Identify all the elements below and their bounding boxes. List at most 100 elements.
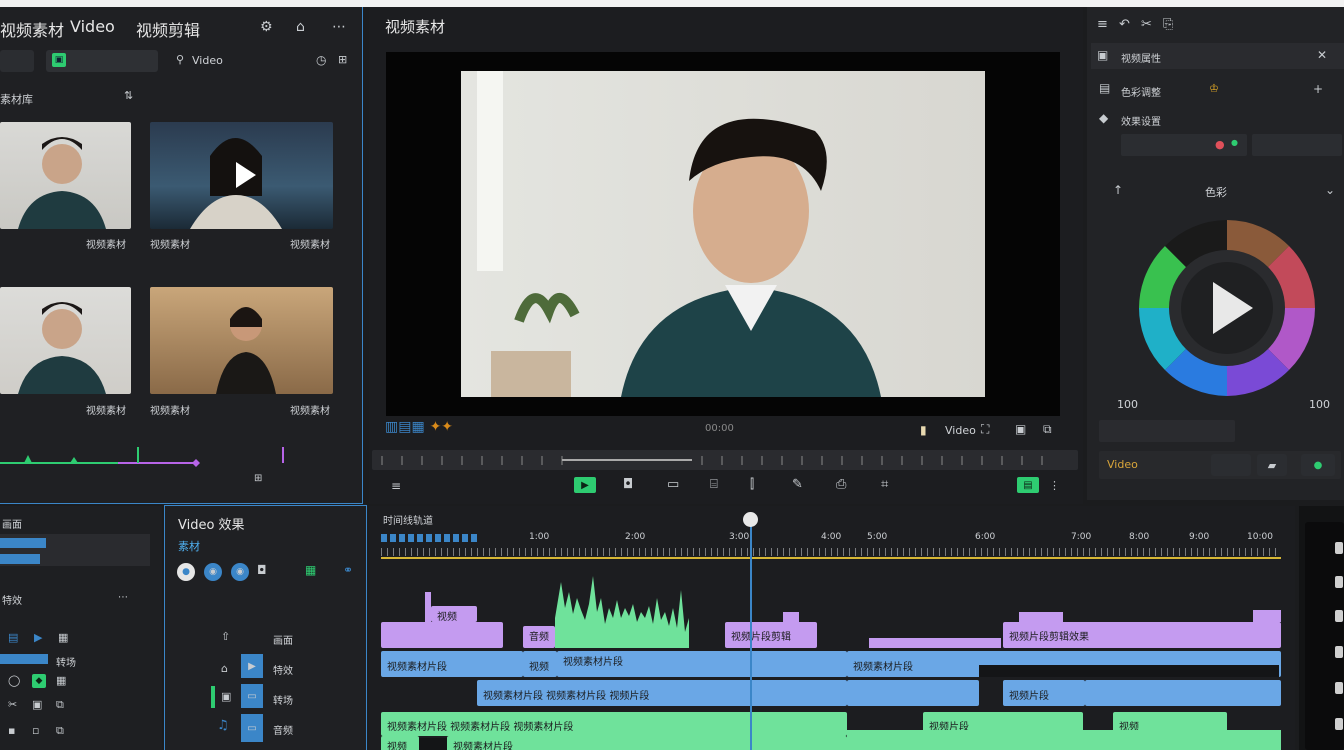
comment-icon[interactable]: ⎙ [836, 477, 846, 492]
fullscreen-icon[interactable]: ⛶ [981, 422, 989, 437]
preset-button-1[interactable] [1211, 454, 1251, 476]
home-icon[interactable]: ⌂ [296, 19, 305, 35]
lock-icon[interactable]: ▪ [8, 724, 15, 737]
clip-green-6[interactable] [847, 730, 1281, 750]
preview-viewport[interactable] [386, 52, 1060, 416]
clip-purple-2[interactable]: 音频 [523, 626, 555, 648]
toggle-icon[interactable]: ● [1301, 454, 1335, 476]
clip-blue-5[interactable]: 视频素材片段 视频素材片段 视频片段 [477, 680, 847, 706]
play-button[interactable]: ▶ [241, 654, 263, 678]
clip-blue-6[interactable] [847, 680, 979, 706]
cut-icon[interactable]: ▭ [667, 477, 679, 492]
track-row-blue-1[interactable] [0, 538, 46, 548]
clip-green-1[interactable]: 视频素材片段 视频素材片段 视频素材片段 [381, 712, 847, 736]
preset-label[interactable]: Video [1107, 458, 1138, 471]
shield-icon[interactable]: ◆ [32, 674, 46, 688]
clip-purple-1[interactable]: 视频 [431, 606, 477, 622]
export-icon[interactable]: ⎘ [1163, 17, 1173, 32]
clip-purple-main[interactable] [381, 622, 503, 648]
value-slider[interactable] [1099, 420, 1235, 442]
clip-blue-8[interactable] [1085, 680, 1281, 706]
square-icon[interactable]: ▣ [32, 698, 42, 711]
clip-purple-small[interactable] [869, 638, 1001, 648]
inspector-row-3-label[interactable]: 效果设置 [1121, 113, 1161, 128]
bookmark-icon[interactable]: ▮ [920, 423, 927, 437]
chat-icon[interactable]: ◯ [8, 674, 20, 687]
clip-marker-3[interactable] [1019, 612, 1063, 622]
frame-icon[interactable]: ⌗ [881, 477, 888, 492]
copy-icon[interactable]: ⧉ [56, 724, 64, 738]
camera-icon[interactable]: ◘ [623, 477, 633, 492]
clip-marker-2[interactable] [783, 612, 799, 622]
blue-circle-icon[interactable]: ◉ [231, 563, 249, 581]
pen-icon[interactable]: ✎ [792, 477, 803, 492]
menu-video[interactable]: Video [70, 17, 115, 36]
image-icon[interactable]: ▦ [56, 674, 66, 687]
cast-icon[interactable]: ⧉ [1043, 422, 1052, 437]
inspector-row-2-label[interactable]: 色彩调整 [1121, 84, 1161, 99]
chat-icon[interactable]: ▰ [1257, 454, 1287, 476]
media-thumb-4[interactable] [150, 287, 333, 394]
effect-item-1[interactable]: 画面 [273, 632, 293, 647]
scrubber-bar[interactable] [372, 450, 1078, 470]
crop-icon[interactable]: ⌸ [710, 477, 718, 492]
arrow-up-icon[interactable]: ↑ [1113, 183, 1123, 197]
blue-circle-icon[interactable]: ◉ [204, 563, 222, 581]
media-thumb-2[interactable] [150, 122, 333, 229]
clip-blue-7[interactable]: 视频片段 [1003, 680, 1085, 706]
grid-icon[interactable]: ⊞ [254, 473, 262, 484]
clip-marker-4[interactable] [1253, 610, 1281, 622]
filter-icon[interactable]: ⚲ [176, 53, 184, 66]
expand-icon[interactable]: ⌄ [1325, 183, 1335, 197]
clip-green-2[interactable]: 视频 [381, 736, 419, 750]
effect-item-2[interactable]: 特效 [273, 662, 293, 677]
clock-icon[interactable]: ◷ [316, 53, 326, 67]
clip-purple-3[interactable]: 视频片段剪辑 [725, 622, 817, 648]
screen-icon[interactable]: ▭ [241, 684, 263, 708]
lock-icon[interactable]: ⌂ [221, 662, 228, 675]
sort-icon[interactable]: ⇅ [124, 89, 133, 102]
effect-item-3[interactable]: 转场 [273, 692, 293, 707]
scroll-thumb[interactable] [1305, 522, 1344, 750]
playhead-handle[interactable] [743, 512, 758, 527]
preset-dropdown-2[interactable] [1252, 134, 1342, 156]
inspector-row-1[interactable]: ▣ 视频属性 ✕ [1091, 43, 1344, 69]
more-icon[interactable]: ⋯ [118, 592, 128, 603]
undo-icon[interactable]: ↶ [1119, 17, 1130, 32]
play-button[interactable]: ▶ [574, 477, 596, 493]
close-icon[interactable]: ✕ [1317, 48, 1327, 62]
copy-icon[interactable]: ⧉ [56, 698, 64, 712]
menu-icon[interactable]: ≡ [1097, 17, 1108, 32]
search-input[interactable]: ▣ [46, 50, 158, 72]
effect-item-4[interactable]: 音频 [273, 722, 293, 737]
audio-button[interactable]: ▭ [241, 714, 263, 742]
clip-blue-2[interactable]: 视频 [523, 651, 557, 677]
output-icon[interactable]: ▣ [1015, 422, 1026, 436]
grid-icon[interactable]: ▦ [305, 563, 316, 577]
more-icon[interactable]: ⋮ [1049, 479, 1060, 492]
square-icon[interactable]: ▫ [32, 724, 39, 737]
play-icon[interactable]: ▶ [34, 631, 42, 644]
clip-purple-4[interactable]: 视频片段剪辑效果 [1003, 622, 1281, 648]
menu-icon[interactable]: ≡ [391, 479, 401, 493]
color-wheel[interactable] [1137, 218, 1317, 398]
menu-edit[interactable]: 视频剪辑 [136, 17, 200, 41]
pointer-icon[interactable]: ⇧ [221, 630, 230, 643]
more-icon[interactable]: ⋯ [332, 19, 346, 35]
side-scroller[interactable] [1299, 506, 1344, 750]
color-wheel-icon[interactable]: ● [177, 563, 195, 581]
media-thumb-1[interactable] [0, 122, 131, 229]
render-button[interactable]: ▤ [1017, 477, 1039, 493]
split-icon[interactable]: ⫿ [750, 477, 754, 492]
settings-icon[interactable]: ⚙ [260, 19, 273, 35]
preset-dropdown[interactable]: ● ● [1121, 134, 1247, 156]
clip-blue-1[interactable]: 视频素材片段 [381, 651, 523, 677]
music-icon[interactable]: ♫ [217, 718, 229, 733]
image-icon[interactable]: ▦ [58, 631, 68, 644]
format-label[interactable]: Video [945, 424, 976, 437]
square-icon[interactable]: ▣ [221, 690, 231, 703]
grid-icon[interactable]: ⊞ [338, 53, 347, 66]
track-row-blue-2[interactable] [0, 554, 40, 564]
clip-green-3[interactable]: 视频素材片段 [447, 736, 847, 750]
flag-icon[interactable]: ▤ [8, 631, 18, 644]
